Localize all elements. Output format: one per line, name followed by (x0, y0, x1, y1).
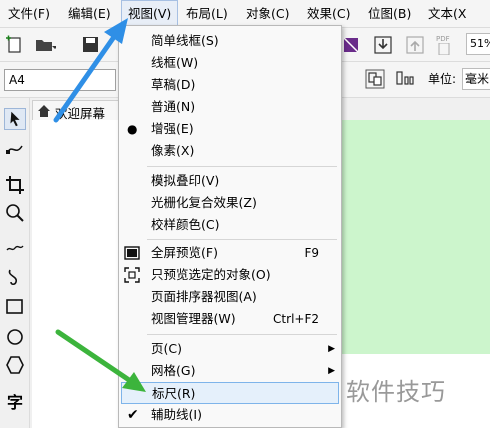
blue-arrow-icon (53, 18, 128, 123)
green-arrow-icon (55, 329, 146, 392)
annotation-arrows (53, 18, 146, 392)
